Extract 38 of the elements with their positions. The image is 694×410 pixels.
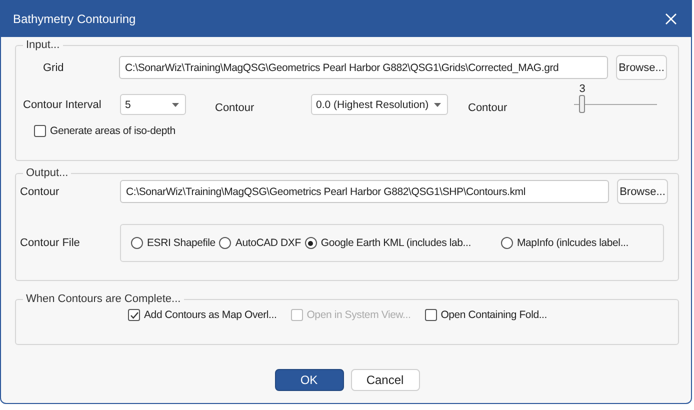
- browse-button[interactable]: Browse...: [616, 55, 667, 80]
- radio-button[interactable]: [304, 237, 317, 249]
- field-label: Contour: [20, 186, 60, 198]
- radio-button[interactable]: [500, 237, 513, 249]
- checkbox-label[interactable]: Open Containing Fold...: [440, 309, 547, 321]
- field-label: Contour File: [20, 237, 81, 249]
- dropdown[interactable]: 5: [120, 94, 186, 115]
- caret-icon: [172, 102, 179, 106]
- ok-button[interactable]: OK: [274, 369, 344, 391]
- group-title: Output...: [25, 167, 70, 179]
- dropdown[interactable]: 0.0 (Highest Resolution): [311, 94, 448, 115]
- radio-button[interactable]: [131, 237, 143, 249]
- checkmark-icon: [130, 310, 138, 320]
- checkbox[interactable]: [424, 309, 437, 321]
- field-label: Contour: [215, 102, 256, 114]
- field-label: Contour Interval: [22, 98, 102, 110]
- input-field[interactable]: C:\SonarWiz\Training\MagQSG\Geometrics Pearl Harbor G882\QSG1\SHP\Contours.kml: [120, 180, 609, 203]
- checkbox[interactable]: [34, 125, 46, 137]
- checkbox-label[interactable]: Generate areas of iso-depth: [50, 125, 176, 137]
- browse-button[interactable]: Browse...: [617, 179, 668, 204]
- radio-label[interactable]: ESRI Shapefile: [147, 237, 216, 249]
- input-field[interactable]: C:\SonarWiz\Training\MagQSG\Geometrics Pearl Harbor G882\QSG1\Grids\Corrected_MAG.grd: [119, 56, 608, 79]
- caret-icon: [434, 102, 441, 106]
- slider-value: 3: [579, 82, 586, 94]
- checkbox-label[interactable]: Add Contours as Map Overl...: [144, 309, 277, 321]
- slider-thumb[interactable]: [579, 94, 586, 112]
- radio-label[interactable]: MapInfo (inlcudes label...: [516, 237, 628, 249]
- close-icon[interactable]: [665, 13, 677, 25]
- radio-label[interactable]: AutoCAD DXF: [235, 237, 301, 249]
- checkbox[interactable]: [128, 309, 140, 321]
- radio-button[interactable]: [219, 237, 232, 249]
- window-title: Bathymetry Contouring: [13, 12, 136, 26]
- group-title: Input...: [25, 39, 61, 51]
- field-label: Grid: [42, 62, 65, 74]
- group-title: When Contours are Complete...: [25, 293, 182, 305]
- radio-label[interactable]: Google Earth KML (includes lab...: [320, 237, 471, 249]
- field-label: Contour: [468, 102, 508, 114]
- cancel-button[interactable]: Cancel: [350, 369, 420, 391]
